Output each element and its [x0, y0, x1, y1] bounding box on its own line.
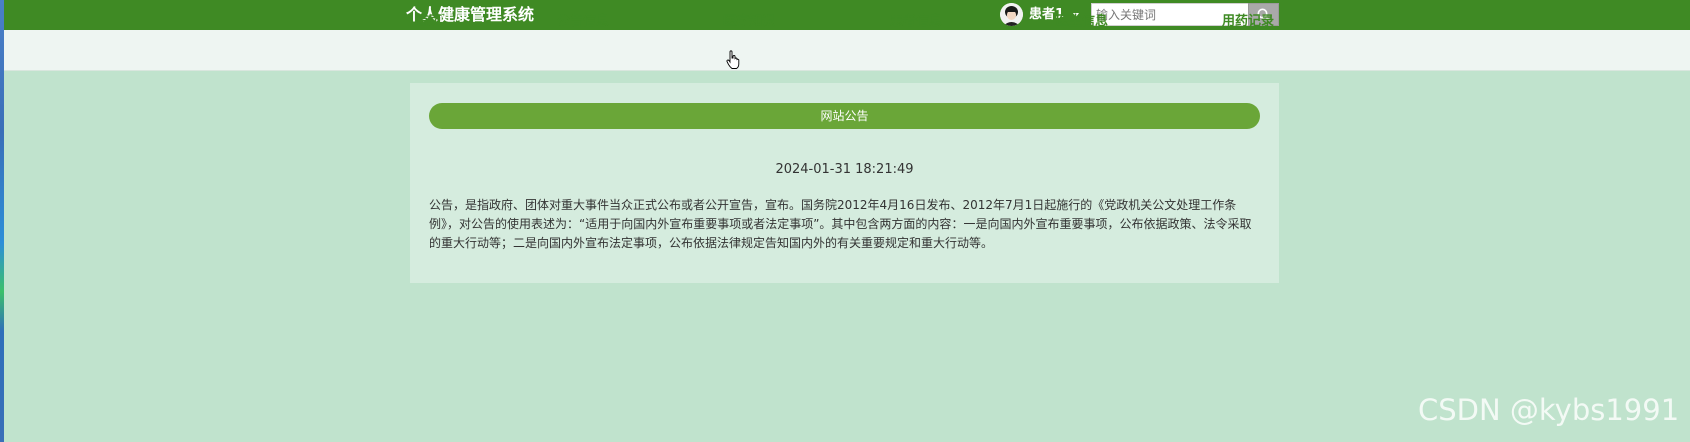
- avatar-image-icon: [1000, 3, 1023, 26]
- user-avatar[interactable]: [1000, 3, 1023, 26]
- notice-panel: 网站公告 2024-01-31 18:21:49 公告，是指政府、团体对重大事件…: [410, 83, 1279, 283]
- main-navigation: [4, 30, 1690, 71]
- hand-cursor-icon: [726, 50, 740, 69]
- nav-item-patients[interactable]: 患者信息: [890, 13, 942, 30]
- notice-datetime: 2024-01-31 18:21:49: [775, 162, 914, 177]
- notice-heading: 网站公告: [429, 103, 1260, 129]
- notice-content: 公告，是指政府、团体对重大事件当众正式公布或者公开宣告，宣布。国务院2012年4…: [429, 198, 1252, 250]
- watermark-text: CSDN @kybs1991: [1418, 393, 1680, 427]
- nav-item-home[interactable]: 首页: [416, 13, 442, 30]
- top-header-bar: [4, 0, 1690, 30]
- nav-item-announcements[interactable]: 公告信息: [557, 13, 609, 30]
- nav-item-medication-records[interactable]: 用药记录: [1222, 13, 1274, 30]
- nav-item-doctors[interactable]: 医生信息: [1056, 13, 1108, 30]
- nav-item-medical-knowledge[interactable]: 医疗知识: [723, 13, 775, 30]
